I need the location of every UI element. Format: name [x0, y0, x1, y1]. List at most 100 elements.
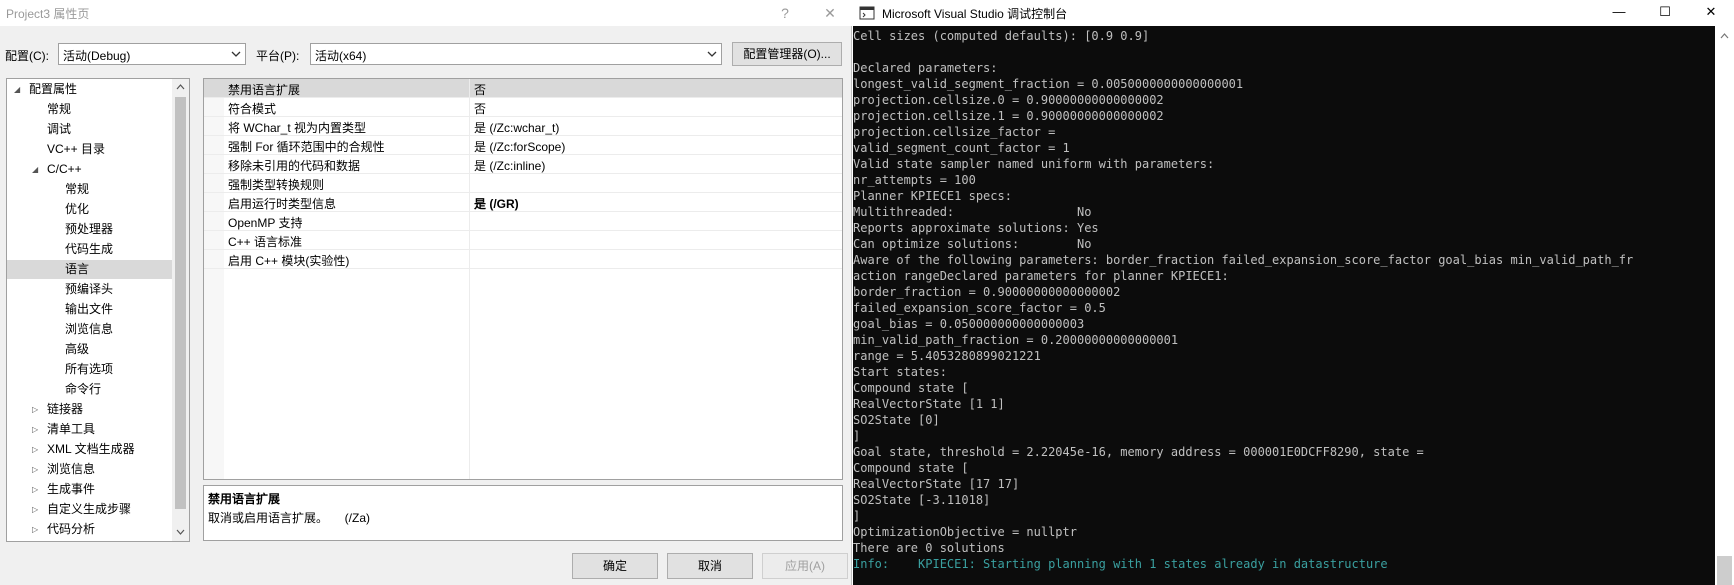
property-name: 将 WChar_t 视为内置类型 [228, 121, 367, 135]
property-row[interactable]: 启用 C++ 模块(实验性) [204, 250, 842, 269]
console-line: ] [853, 509, 861, 523]
property-name: 符合模式 [228, 102, 277, 116]
property-name: 启用运行时类型信息 [228, 197, 337, 211]
platform-label: 平台(P): [256, 49, 300, 63]
tree-item[interactable]: 高级 [7, 340, 173, 359]
help-button[interactable]: ? [770, 2, 800, 24]
expanded-arrow-icon[interactable]: ◢ [14, 80, 20, 99]
property-grid[interactable]: 禁用语言扩展否符合模式 否将 WChar_t 视为内置类型 是 (/Zc:wchar… [203, 78, 843, 480]
console-line: Goal state, threshold = 2.22045e-16, mem… [853, 445, 1424, 459]
property-row[interactable]: 移除未引用的代码和数据 是 (/Zc:inline) [204, 155, 842, 174]
tree-item[interactable]: ▷ 代码分析 [7, 520, 173, 539]
tree-item-label: 清单工具 [47, 422, 96, 436]
console-line: Compound state [ [853, 461, 969, 475]
minimize-button[interactable]: — [1596, 0, 1642, 26]
collapsed-arrow-icon[interactable]: ▷ [32, 480, 38, 499]
cancel-button[interactable]: 取消 [667, 553, 753, 579]
property-row[interactable]: 启用运行时类型信息 是 (/GR) [204, 193, 842, 212]
tree-item[interactable]: 语言 [7, 260, 173, 279]
scroll-up-icon[interactable] [176, 83, 185, 92]
console-close-button[interactable]: ✕ [1688, 0, 1734, 26]
tree-item[interactable]: 常规 [7, 100, 173, 119]
platform-select[interactable]: 活动(x64) [310, 43, 722, 65]
tree-item[interactable]: ▷ XML 文档生成器 [7, 440, 173, 459]
tree-item[interactable]: ◢ C/C++ [7, 160, 173, 179]
property-value[interactable]: 是 (/Zc:inline) [474, 157, 545, 174]
property-value[interactable]: 是 (/GR) [474, 195, 519, 212]
config-select[interactable]: 活动(Debug) [58, 43, 246, 65]
console-app-icon [859, 6, 875, 20]
tree-item-label: 高级 [65, 342, 90, 356]
property-row[interactable]: 强制类型转换规则 [204, 174, 842, 193]
console-line: ] [853, 429, 861, 443]
config-manager-button[interactable]: 配置管理器(O)... [732, 42, 842, 66]
tree-item[interactable]: 预编译头 [7, 280, 173, 299]
tree-item[interactable]: ▷ 链接器 [7, 400, 173, 419]
tree-item-label: 所有选项 [65, 362, 114, 376]
grid-column-divider[interactable] [469, 79, 470, 479]
property-row[interactable]: 符合模式 否 [204, 98, 842, 117]
property-row[interactable]: 将 WChar_t 视为内置类型 是 (/Zc:wchar_t) [204, 117, 842, 136]
scroll-up-icon[interactable] [1720, 32, 1729, 41]
collapsed-arrow-icon[interactable]: ▷ [32, 420, 38, 439]
console-line: Cell sizes (computed defaults): [0.9 0.9… [853, 29, 1150, 43]
dialog-close-button[interactable]: ✕ [815, 2, 845, 24]
chevron-down-icon [707, 51, 717, 57]
collapsed-arrow-icon[interactable]: ▷ [32, 500, 38, 519]
tree-item[interactable]: 浏览信息 [7, 320, 173, 339]
console-line: Multithreaded: No [853, 205, 1092, 219]
tree-item[interactable]: VC++ 目录 [7, 140, 173, 159]
maximize-button[interactable]: ☐ [1642, 0, 1688, 26]
tree-item-label: 配置属性 [29, 82, 78, 96]
console-line: longest_valid_segment_fraction = 0.00500… [853, 77, 1244, 91]
collapsed-arrow-icon[interactable]: ▷ [32, 520, 38, 539]
property-value[interactable]: 是 (/Zc:wchar_t) [474, 119, 559, 136]
property-value[interactable]: 否 [474, 81, 486, 98]
apply-button[interactable]: 应用(A) [762, 553, 848, 579]
tree-item[interactable]: 输出文件 [7, 300, 173, 319]
tree-scrollbar-thumb[interactable] [175, 97, 186, 509]
collapsed-arrow-icon[interactable]: ▷ [32, 400, 38, 419]
console-output[interactable]: Cell sizes (computed defaults): [0.9 0.9… [853, 28, 1715, 585]
property-value[interactable]: 是 (/Zc:forScope) [474, 138, 565, 155]
tree-item[interactable]: ▷ 清单工具 [7, 420, 173, 439]
collapsed-arrow-icon[interactable]: ▷ [32, 440, 38, 459]
tree-item-label: 常规 [65, 182, 90, 196]
tree-item[interactable]: 预处理器 [7, 220, 173, 239]
tree-item-label: 命令行 [65, 382, 102, 396]
console-scrollbar-thumb[interactable] [1717, 556, 1732, 585]
tree-item[interactable]: ▷ 自定义生成步骤 [7, 500, 173, 519]
description-title: 禁用语言扩展 [208, 492, 281, 506]
ok-button[interactable]: 确定 [572, 553, 658, 579]
tree-item[interactable]: 优化 [7, 200, 173, 219]
tree-item-label: 预编译头 [65, 282, 114, 296]
tree-item-label: 优化 [65, 202, 90, 216]
tree-item[interactable]: 调试 [7, 120, 173, 139]
property-tree[interactable]: ◢ 配置属性 常规 调试 VC++ 目录 ◢ C/C++ 常规 优化 预处理器 代码生成 语言 预编译头… [6, 78, 190, 542]
tree-scrollbar[interactable] [172, 79, 189, 541]
property-row[interactable]: C++ 语言标准 [204, 231, 842, 250]
console-titlebar: Microsoft Visual Studio 调试控制台 — ☐ ✕ [853, 0, 1734, 26]
tree-item-label: 浏览信息 [65, 322, 114, 336]
tree-item[interactable]: 代码生成 [7, 240, 173, 259]
config-label: 配置(C): [5, 49, 49, 63]
expanded-arrow-icon[interactable]: ◢ [32, 160, 38, 179]
console-line: nr_attempts = 100 [853, 173, 976, 187]
tree-item[interactable]: ◢ 配置属性 [7, 80, 173, 99]
console-line: action rangeDeclared parameters for plan… [853, 269, 1229, 283]
tree-item-label: 调试 [47, 122, 72, 136]
tree-item[interactable]: ▷ 生成事件 [7, 480, 173, 499]
property-row[interactable]: OpenMP 支持 [204, 212, 842, 231]
tree-item[interactable]: 所有选项 [7, 360, 173, 379]
tree-item[interactable]: 命令行 [7, 380, 173, 399]
property-row[interactable]: 强制 For 循环范围中的合规性 是 (/Zc:forScope) [204, 136, 842, 155]
property-value[interactable]: 否 [474, 100, 486, 117]
tree-item[interactable]: ▷ 浏览信息 [7, 460, 173, 479]
chevron-down-icon [231, 51, 241, 57]
collapsed-arrow-icon[interactable]: ▷ [32, 460, 38, 479]
console-scrollbar[interactable] [1715, 26, 1734, 585]
scroll-down-icon[interactable] [176, 527, 185, 536]
property-row[interactable]: 禁用语言扩展 否 [204, 79, 842, 98]
tree-item[interactable]: 常规 [7, 180, 173, 199]
